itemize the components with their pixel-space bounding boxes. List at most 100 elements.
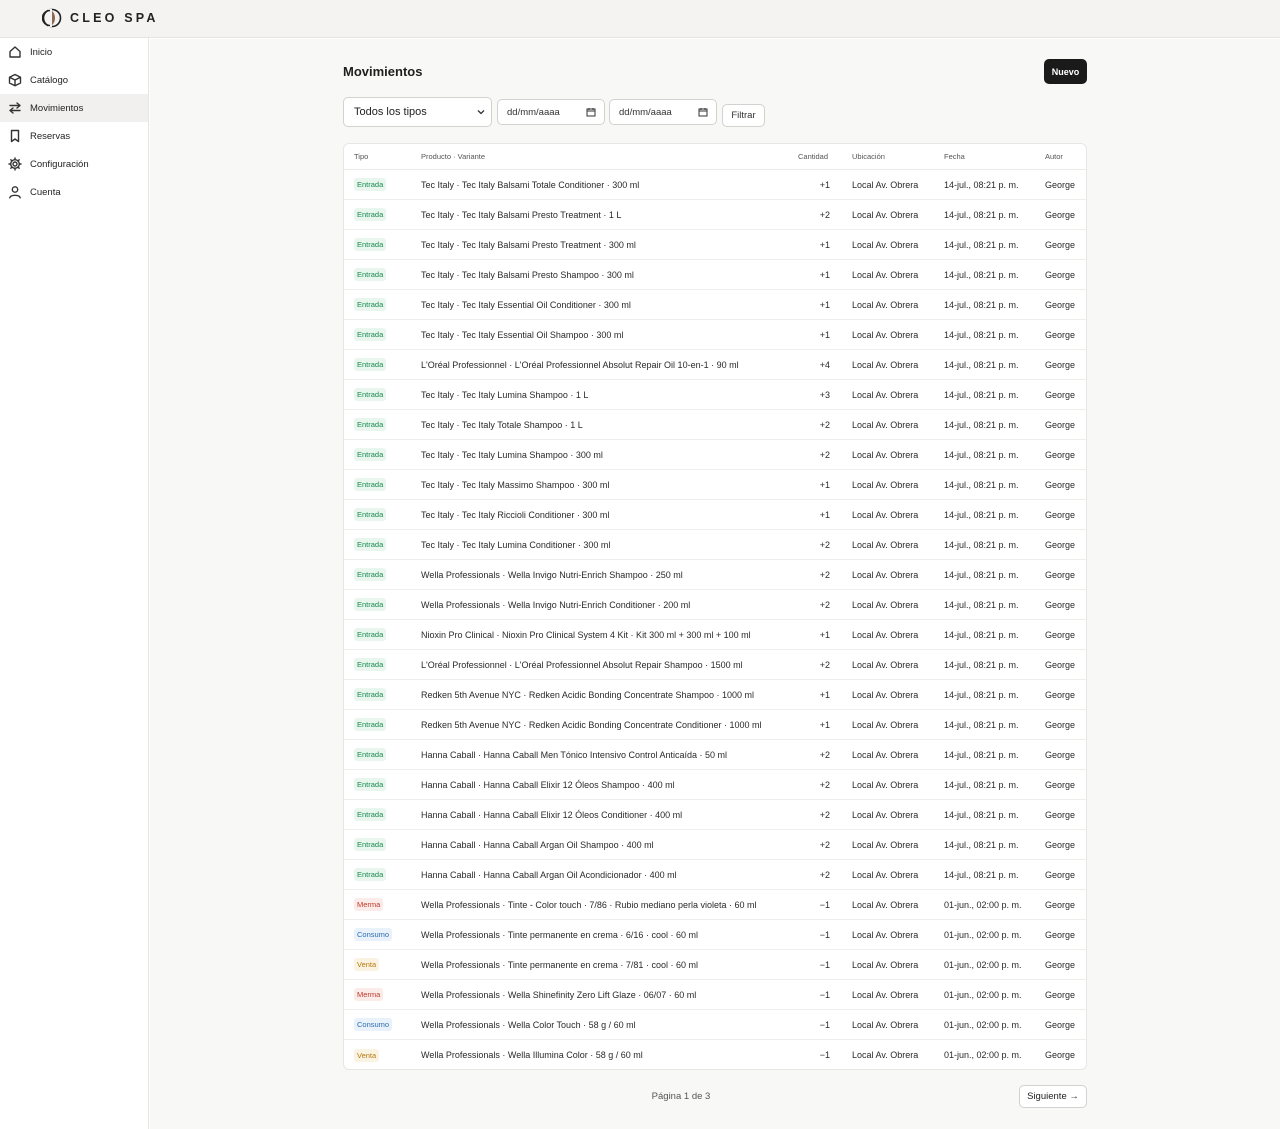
product-cell: Tec Italy · Tec Italy Lumina Conditioner… [421, 539, 611, 550]
author-cell: George [1045, 239, 1076, 250]
product-cell: Tec Italy · Tec Italy Essential Oil Cond… [421, 299, 631, 310]
sidebar-item-movimientos[interactable]: Movimientos [0, 94, 148, 122]
table-row[interactable]: Entrada Hanna Caball · Hanna Caball Argan… [344, 830, 1086, 860]
sidebar-item-reservas[interactable]: Reservas [0, 122, 148, 150]
column-header-ubicacion[interactable]: Ubicación [852, 152, 885, 161]
column-header-tipo[interactable]: Tipo [354, 152, 368, 161]
table-row[interactable]: Entrada Tec Italy · Tec Italy Lumina Sham… [344, 380, 1086, 410]
table-row[interactable]: Merma Wella Professionals · Tinte - Color… [344, 890, 1086, 920]
product-cell: Wella Professionals · Wella Invigo Nutri… [421, 569, 683, 580]
sidebar-item-catalogo[interactable]: Catálogo [0, 66, 148, 94]
table-row[interactable]: Entrada Hanna Caball · Hanna Caball Argan… [344, 860, 1086, 890]
user-icon [8, 185, 22, 199]
quantity-cell: +1 [819, 239, 830, 250]
table-row[interactable]: Entrada Tec Italy · Tec Italy Riccioli Co… [344, 500, 1086, 530]
movements-table: Tipo Producto · Variante Cantidad Ubicac… [343, 143, 1087, 1070]
date-cell: 01-jun., 02:00 p. m. [944, 929, 1022, 940]
table-row[interactable]: Entrada Hanna Caball · Hanna Caball Men T… [344, 740, 1086, 770]
calendar-icon[interactable] [586, 107, 596, 117]
table-row[interactable]: Entrada Tec Italy · Tec Italy Massimo Sha… [344, 470, 1086, 500]
calendar-icon[interactable] [698, 107, 708, 117]
quantity-cell: +1 [819, 689, 830, 700]
location-cell: Local Av. Obrera [852, 689, 919, 700]
quantity-cell: +1 [819, 509, 830, 520]
quantity-cell: −1 [819, 929, 830, 940]
date-cell: 14-jul., 08:21 p. m. [944, 419, 1019, 430]
column-header-cantidad[interactable]: Cantidad [798, 152, 828, 161]
table-row[interactable]: Entrada L'Oréal Professionnel · L'Oréal P… [344, 350, 1086, 380]
date-from-input[interactable]: dd/mm/aaaa [497, 99, 605, 125]
table-body: Entrada Tec Italy · Tec Italy Balsami Tot… [344, 170, 1086, 1069]
table-row[interactable]: Entrada Nioxin Pro Clinical · Nioxin Pro … [344, 620, 1086, 650]
table-header: Tipo Producto · Variante Cantidad Ubicac… [344, 144, 1086, 170]
table-row[interactable]: Entrada Tec Italy · Tec Italy Lumina Cond… [344, 530, 1086, 560]
type-badge: Entrada [354, 838, 387, 851]
column-header-fecha[interactable]: Fecha [944, 152, 965, 161]
date-cell: 14-jul., 08:21 p. m. [944, 239, 1019, 250]
sidebar-item-cuenta[interactable]: Cuenta [0, 178, 148, 206]
location-cell: Local Av. Obrera [852, 359, 919, 370]
location-cell: Local Av. Obrera [852, 959, 919, 970]
new-movement-button[interactable]: Nuevo [1044, 59, 1087, 84]
quantity-cell: +2 [819, 779, 830, 790]
sidebar-item-inicio[interactable]: Inicio [0, 38, 148, 66]
quantity-cell: +2 [819, 419, 830, 430]
table-row[interactable]: Entrada Redken 5th Avenue NYC · Redken Ac… [344, 680, 1086, 710]
author-cell: George [1045, 269, 1076, 280]
quantity-cell: +2 [819, 599, 830, 610]
table-row[interactable]: Entrada Tec Italy · Tec Italy Balsami Tot… [344, 170, 1086, 200]
sidebar: Inicio Catálogo Movimientos Reservas Con… [0, 38, 149, 1129]
table-row[interactable]: Entrada Wella Professionals · Wella Invig… [344, 560, 1086, 590]
date-cell: 14-jul., 08:21 p. m. [944, 179, 1019, 190]
date-cell: 01-jun., 02:00 p. m. [944, 899, 1022, 910]
sidebar-item-configuracion[interactable]: Configuración [0, 150, 148, 178]
location-cell: Local Av. Obrera [852, 179, 919, 190]
location-cell: Local Av. Obrera [852, 299, 919, 310]
table-row[interactable]: Entrada Tec Italy · Tec Italy Balsami Pre… [344, 260, 1086, 290]
location-cell: Local Av. Obrera [852, 569, 919, 580]
filter-button[interactable]: Filtrar [722, 104, 765, 127]
date-cell: 14-jul., 08:21 p. m. [944, 539, 1019, 550]
product-cell: Tec Italy · Tec Italy Totale Shampoo · 1… [421, 419, 583, 430]
author-cell: George [1045, 299, 1076, 310]
table-row[interactable]: Merma Wella Professionals · Wella Shinefi… [344, 980, 1086, 1010]
product-cell: Hanna Caball · Hanna Caball Argan Oil Sh… [421, 839, 654, 850]
date-to-input[interactable]: dd/mm/aaaa [609, 99, 717, 125]
date-cell: 14-jul., 08:21 p. m. [944, 629, 1019, 640]
table-row[interactable]: Entrada Hanna Caball · Hanna Caball Elixi… [344, 800, 1086, 830]
date-from-placeholder: dd/mm/aaaa [507, 106, 560, 118]
table-row[interactable]: Entrada Tec Italy · Tec Italy Lumina Sham… [344, 440, 1086, 470]
table-row[interactable]: Entrada Tec Italy · Tec Italy Essential O… [344, 320, 1086, 350]
type-badge: Consumo [354, 1018, 393, 1031]
product-cell: Hanna Caball · Hanna Caball Men Tónico I… [421, 749, 727, 760]
author-cell: George [1045, 1050, 1076, 1060]
table-row[interactable]: Entrada Wella Professionals · Wella Invig… [344, 590, 1086, 620]
next-page-button[interactable]: Siguiente → [1019, 1085, 1087, 1108]
location-cell: Local Av. Obrera [852, 509, 919, 520]
location-cell: Local Av. Obrera [852, 419, 919, 430]
table-row[interactable]: Entrada Redken 5th Avenue NYC · Redken Ac… [344, 710, 1086, 740]
table-row[interactable]: Entrada Tec Italy · Tec Italy Essential O… [344, 290, 1086, 320]
date-cell: 14-jul., 08:21 p. m. [944, 269, 1019, 280]
table-row[interactable]: Venta Wella Professionals · Tinte permane… [344, 950, 1086, 980]
brand-name: CLEO SPA [70, 11, 159, 25]
cleo-logo-icon [42, 8, 62, 28]
location-cell: Local Av. Obrera [852, 629, 919, 640]
table-row[interactable]: Venta Wella Professionals · Wella Illumin… [344, 1040, 1086, 1069]
sidebar-item-label: Cuenta [30, 186, 61, 198]
table-row[interactable]: Consumo Wella Professionals · Tinte perma… [344, 920, 1086, 950]
table-row[interactable]: Entrada Tec Italy · Tec Italy Totale Sham… [344, 410, 1086, 440]
author-cell: George [1045, 929, 1076, 940]
table-row[interactable]: Entrada L'Oréal Professionnel · L'Oréal P… [344, 650, 1086, 680]
date-cell: 14-jul., 08:21 p. m. [944, 659, 1019, 670]
column-header-producto[interactable]: Producto · Variante [421, 152, 485, 161]
table-row[interactable]: Consumo Wella Professionals · Wella Color… [344, 1010, 1086, 1040]
table-row[interactable]: Entrada Tec Italy · Tec Italy Balsami Pre… [344, 230, 1086, 260]
type-badge: Entrada [354, 508, 387, 521]
brand-logo[interactable]: CLEO SPA [42, 8, 159, 28]
column-header-autor[interactable]: Autor [1045, 152, 1063, 161]
author-cell: George [1045, 1019, 1076, 1030]
type-filter-select[interactable]: Todos los tipos [343, 97, 492, 127]
table-row[interactable]: Entrada Hanna Caball · Hanna Caball Elixi… [344, 770, 1086, 800]
table-row[interactable]: Entrada Tec Italy · Tec Italy Balsami Pre… [344, 200, 1086, 230]
